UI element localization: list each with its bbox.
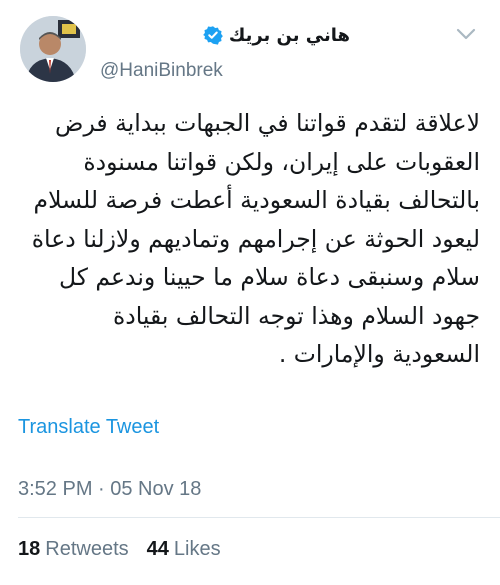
tweet-card: هاني بن بريك @HaniBinbrek لاعلاقة لتقدم …: [0, 0, 500, 585]
engagement-stats: 18 Retweets 44 Likes: [18, 538, 221, 561]
verified-badge-icon: [202, 26, 223, 45]
likes-label: Likes: [173, 538, 221, 560]
display-name-row: هاني بن بريك: [100, 22, 350, 48]
retweets-count: 18: [18, 538, 41, 560]
retweets-label: Retweets: [45, 538, 129, 560]
likes-count: 44: [146, 538, 169, 560]
handle[interactable]: @HaniBinbrek: [100, 60, 350, 82]
avatar[interactable]: [20, 16, 86, 82]
divider: [18, 517, 500, 518]
chevron-down-icon[interactable]: [454, 26, 478, 42]
author-block: هاني بن بريك @HaniBinbrek: [100, 22, 350, 82]
likes-stat[interactable]: 44 Likes: [147, 538, 221, 561]
retweets-stat[interactable]: 18 Retweets: [18, 538, 129, 561]
display-name[interactable]: هاني بن بريك: [229, 25, 350, 46]
translate-tweet-link[interactable]: Translate Tweet: [18, 416, 159, 439]
tweet-text: لاعلاقة لتقدم قواتنا في الجبهات ببداية ف…: [31, 109, 480, 368]
avatar-image: [20, 16, 86, 82]
tweet-timestamp[interactable]: 3:52 PM · 05 Nov 18: [18, 478, 201, 501]
